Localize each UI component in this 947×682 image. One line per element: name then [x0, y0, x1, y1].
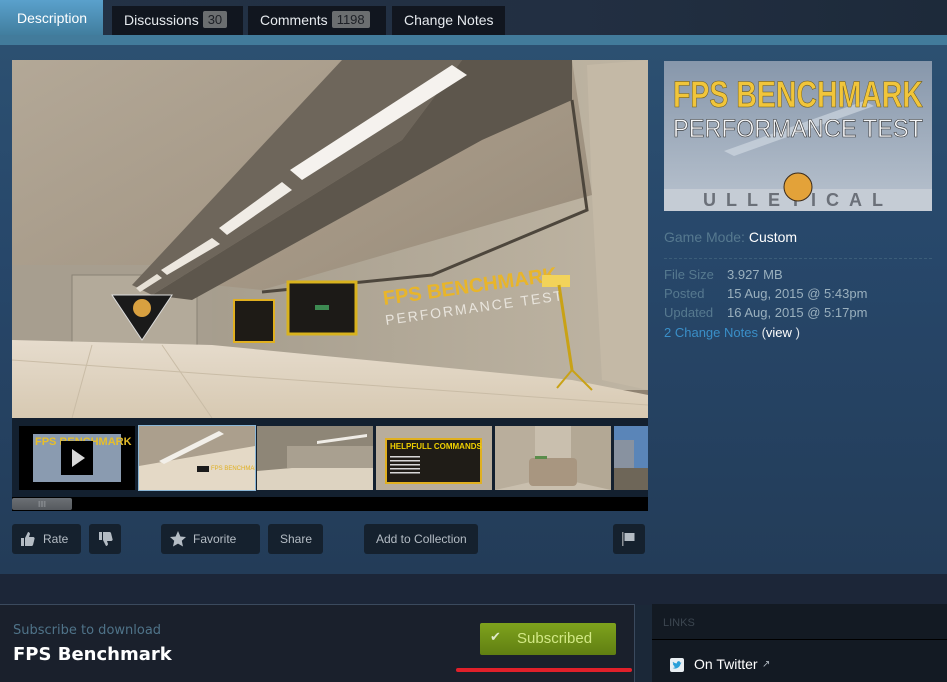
detail-value: 16 Aug, 2015 @ 5:17pm: [727, 305, 868, 320]
favorite-label: Favorite: [193, 532, 237, 546]
scrollbar-handle[interactable]: [12, 498, 72, 510]
screenshot-scene: FPS BENCHMARK PERFORMANCE TEST: [12, 60, 648, 418]
thumbnail-5[interactable]: [614, 426, 648, 490]
thumbnail-2[interactable]: [257, 426, 373, 490]
preview-title-line1: FPS BENCHMARK: [673, 74, 923, 115]
change-notes-row: 2 Change Notes (view ): [664, 325, 800, 340]
share-label: Share: [280, 532, 313, 546]
detail-value: 15 Aug, 2015 @ 5:43pm: [727, 286, 868, 301]
twitter-icon: [670, 658, 684, 672]
tab-bar: Description Discussions 30 Comments 1198 C…: [0, 0, 947, 35]
game-mode-value: Custom: [748, 229, 798, 245]
detail-value: 3.927 MB: [727, 267, 783, 282]
svg-text:FPS BENCHMARK: FPS BENCHMARK: [211, 466, 255, 472]
add-to-collection-button[interactable]: Add to Collection: [364, 524, 478, 554]
thumbnail-video[interactable]: FPS BENCHMARK: [19, 426, 135, 490]
twitter-label: On Twitter: [694, 656, 758, 672]
tab-discussions[interactable]: Discussions 30: [112, 6, 243, 35]
thumbnail-strip: FPS BENCHMARK FPS BENCHMARK HELPFULL COM…: [12, 418, 648, 497]
view-change-notes-link[interactable]: view: [766, 325, 792, 340]
favorite-button[interactable]: Favorite: [161, 524, 260, 554]
add-to-collection-label: Add to Collection: [376, 532, 467, 546]
highlight-underline: [456, 668, 632, 672]
game-mode-label: Game Mode:: [664, 229, 745, 245]
tab-change-notes-label: Change Notes: [404, 12, 494, 28]
subscribed-label: Subscribed: [517, 630, 593, 647]
subscribe-caption: Subscribe to download: [13, 623, 162, 638]
rate-label: Rate: [43, 532, 69, 546]
comments-count-badge: 1198: [331, 11, 370, 28]
share-button[interactable]: Share: [268, 524, 323, 554]
tab-change-notes[interactable]: Change Notes: [392, 6, 505, 35]
links-heading: LINKS: [663, 617, 695, 629]
tab-description[interactable]: Description: [0, 0, 104, 35]
detail-row-file-size: File Size 3.927 MB: [664, 267, 783, 282]
external-link-icon: ↗: [762, 659, 771, 670]
subscribed-button[interactable]: ✔ Subscribed: [480, 623, 616, 655]
thumb-commands-title: HELPFULL COMMANDS: [390, 442, 483, 451]
workshop-item-panel: FPS BENCHMARK PERFORMANCE TEST FPS BENCH…: [0, 45, 947, 574]
tab-description-label: Description: [17, 10, 88, 26]
detail-label: Posted: [664, 286, 705, 301]
links-panel: LINKS On Twitter ↗: [652, 604, 947, 682]
details-divider: [664, 258, 932, 259]
flag-icon: [622, 532, 635, 546]
rate-up-button[interactable]: Rate: [12, 524, 81, 554]
lower-band: [0, 574, 947, 605]
subscribe-panel: Subscribe to download FPS Benchmark ✔ Su…: [0, 604, 635, 682]
play-icon: [61, 441, 93, 475]
thumbnail-scrollbar[interactable]: [12, 497, 648, 511]
thumbnail-3[interactable]: HELPFULL COMMANDS: [376, 426, 492, 490]
detail-row-posted: Posted 15 Aug, 2015 @ 5:43pm: [664, 286, 867, 301]
links-divider: [652, 639, 947, 640]
preview-title-line2: PERFORMANCE TEST: [673, 115, 923, 143]
tab-discussions-label: Discussions: [124, 12, 199, 28]
thumbs-up-icon: [21, 532, 35, 546]
tab-comments-label: Comments: [260, 12, 328, 28]
main-screenshot[interactable]: FPS BENCHMARK PERFORMANCE TEST: [12, 60, 648, 418]
tab-comments[interactable]: Comments 1198: [248, 6, 386, 35]
detail-label: Updated: [664, 305, 714, 320]
checkmark-icon: ✔: [490, 629, 501, 644]
item-title: FPS Benchmark: [13, 644, 172, 665]
detail-label: File Size: [664, 267, 714, 282]
report-button[interactable]: [613, 524, 645, 554]
thumbnail-1[interactable]: FPS BENCHMARK: [138, 425, 256, 491]
view-close-paren: ): [795, 325, 800, 340]
star-icon: [170, 531, 186, 547]
game-mode-row: Game Mode: Custom: [664, 229, 797, 245]
grip-icon: [38, 501, 46, 507]
thumbs-down-icon: [99, 532, 113, 546]
rate-down-button[interactable]: [89, 524, 121, 554]
tab-underline-strip: [0, 35, 947, 45]
change-notes-link[interactable]: 2 Change Notes: [664, 325, 758, 340]
workshop-preview-image: FPS BENCHMARK PERFORMANCE TEST ULLETICAL: [664, 61, 932, 211]
thumbnail-4[interactable]: [495, 426, 611, 490]
discussions-count-badge: 30: [202, 11, 228, 28]
detail-row-updated: Updated 16 Aug, 2015 @ 5:17pm: [664, 305, 867, 320]
